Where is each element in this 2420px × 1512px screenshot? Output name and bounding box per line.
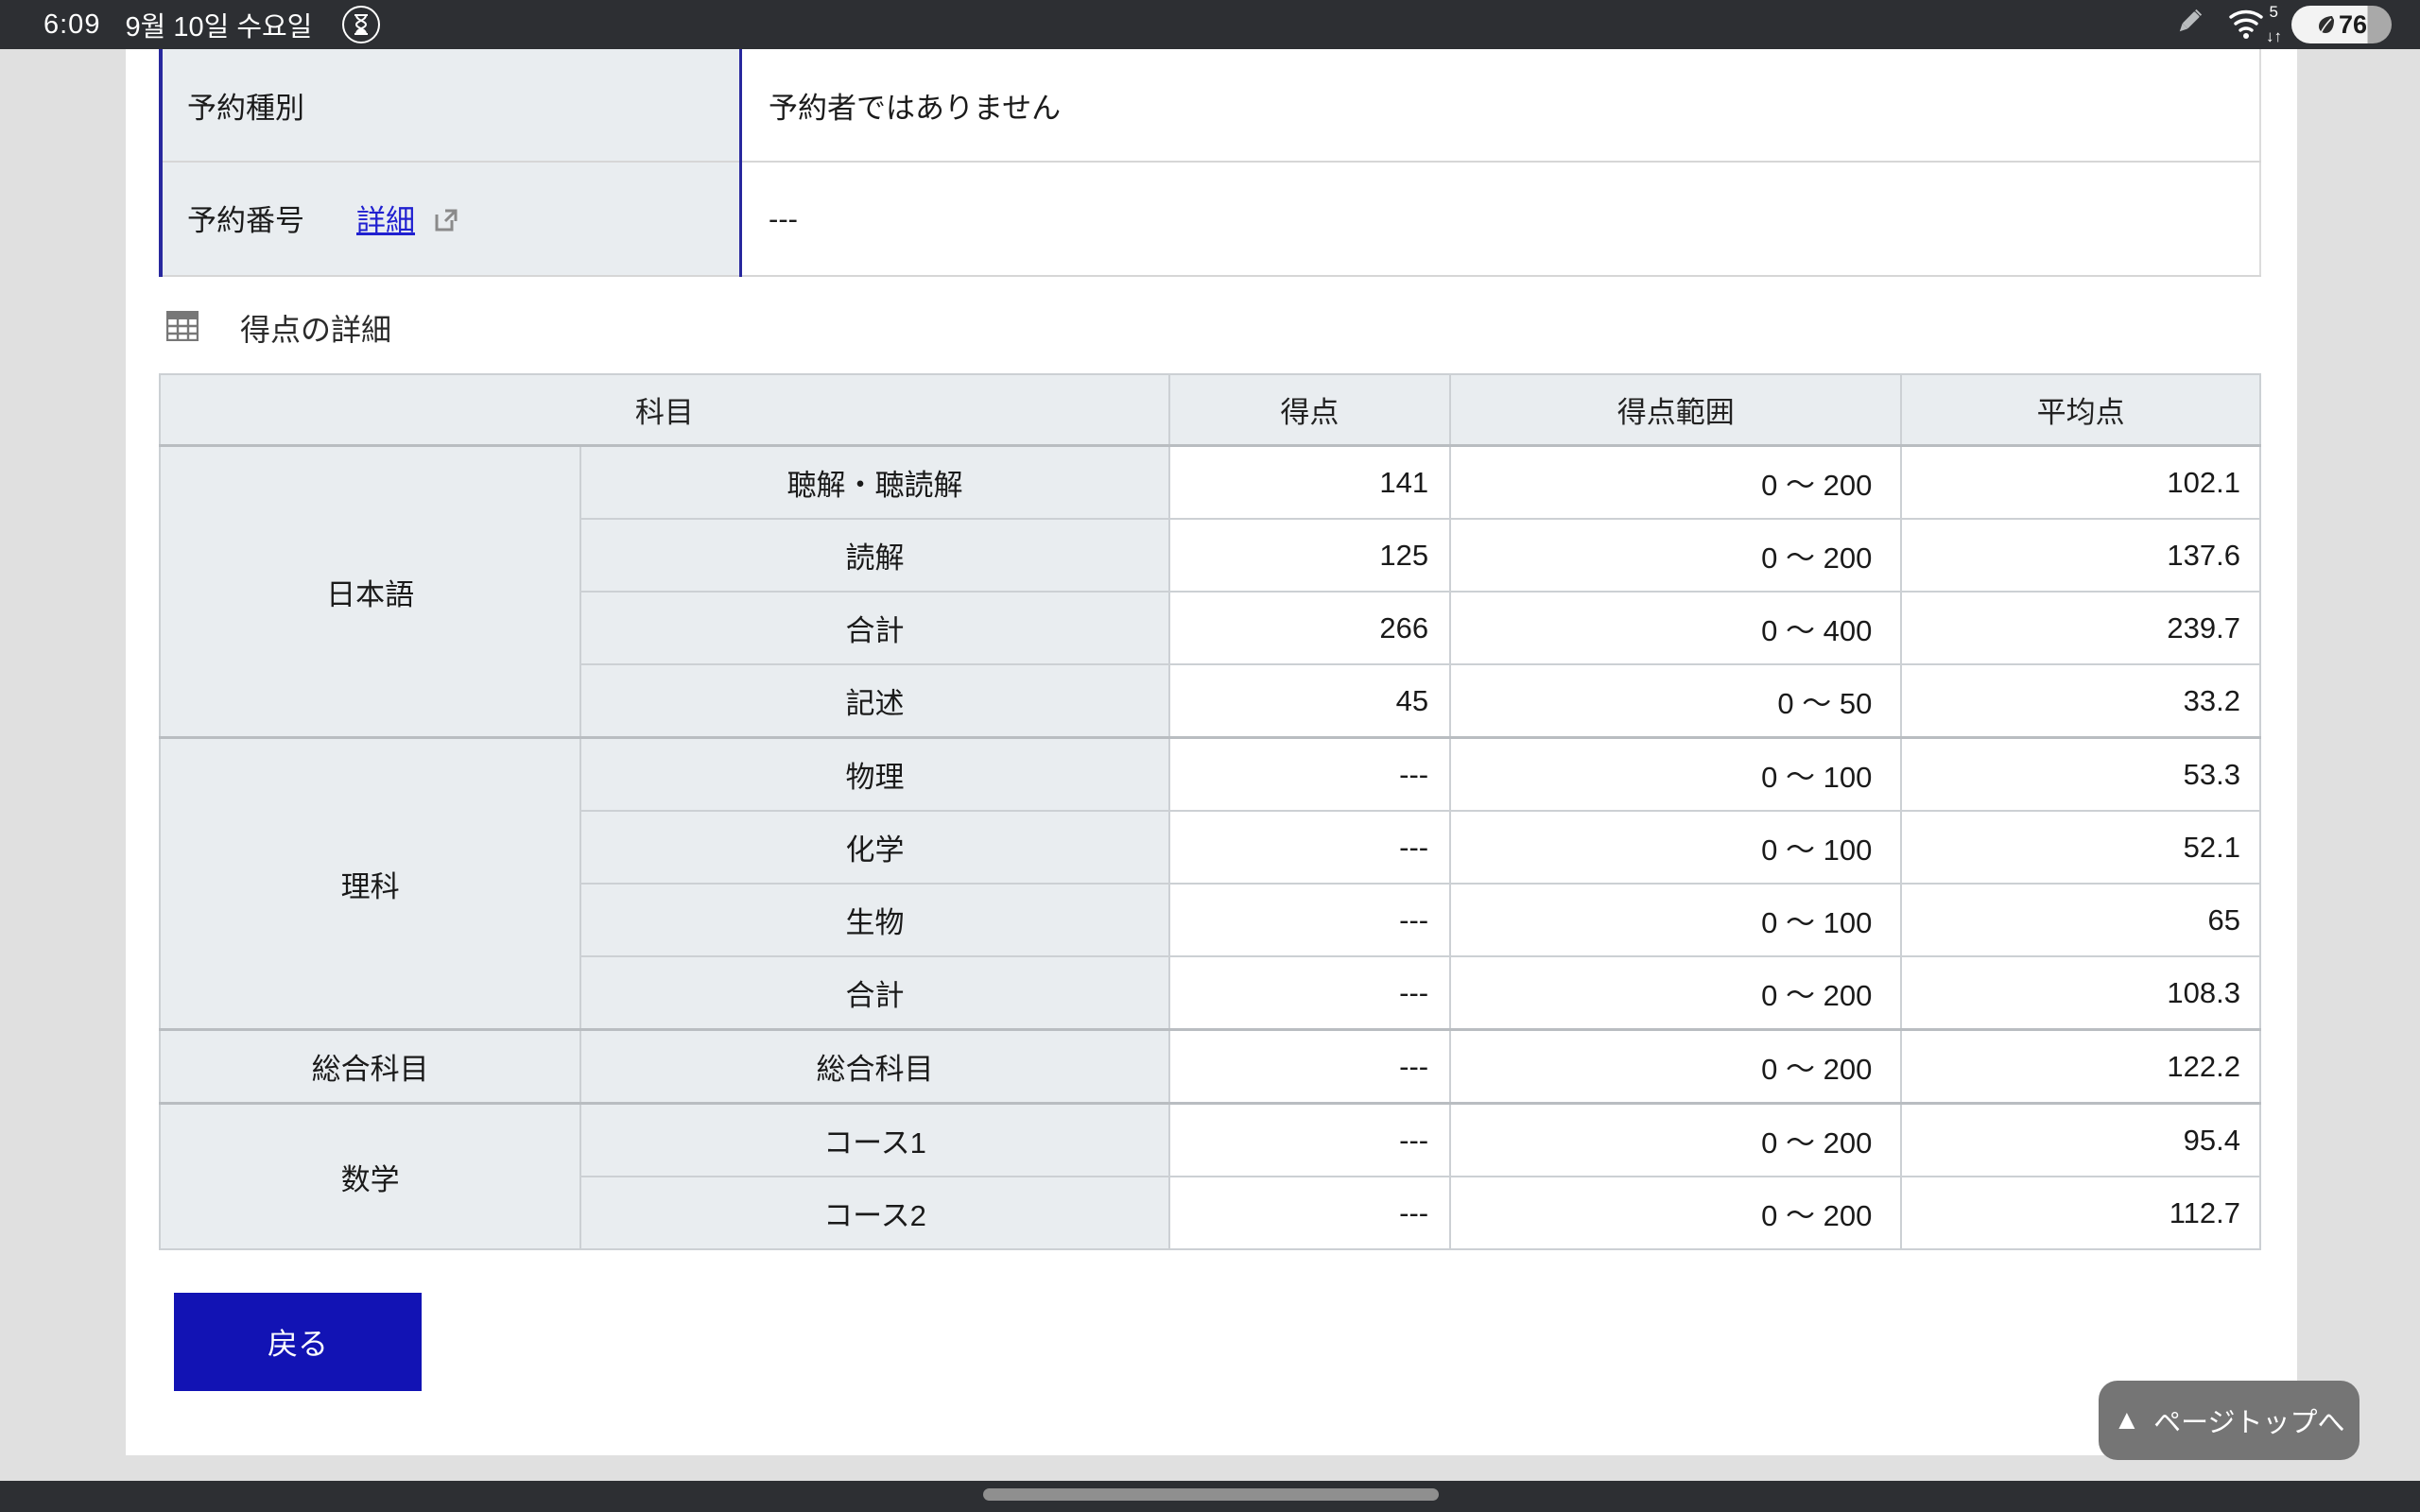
score-cell: --- — [1169, 956, 1450, 1030]
score-cell: --- — [1169, 1104, 1450, 1177]
score-table: 科目 得点 得点範囲 平均点 日本語聴解・聴読解1410 〜 200102.1読… — [159, 373, 2261, 1250]
table-grid-icon — [166, 311, 199, 346]
reservation-number-value: --- — [741, 162, 2261, 276]
home-indicator[interactable] — [983, 1488, 1439, 1501]
table-row: 日本語聴解・聴読解1410 〜 200102.1 — [160, 446, 2260, 520]
hourglass-icon — [342, 6, 380, 43]
status-bar: 6:09 9월 10일 수요일 — [0, 0, 2420, 49]
range-cell: 0 〜 100 — [1450, 738, 1901, 812]
range-cell: 0 〜 100 — [1450, 811, 1901, 884]
average-cell: 112.7 — [1901, 1177, 2260, 1249]
page-top-label: ページトップへ — [2153, 1400, 2344, 1440]
average-cell: 108.3 — [1901, 956, 2260, 1030]
group-cell: 数学 — [160, 1104, 580, 1250]
average-cell: 33.2 — [1901, 664, 2260, 738]
wifi-icon: 5 ↓↑ — [2227, 6, 2269, 44]
battery-percent: 76 — [2339, 10, 2367, 40]
clock: 6:09 — [43, 9, 100, 41]
wifi-band-label: 5 — [2270, 4, 2278, 20]
range-cell: 0 〜 200 — [1450, 1177, 1901, 1249]
status-date: 9월 10일 수요일 — [125, 5, 312, 44]
subject-cell: 合計 — [580, 592, 1168, 664]
range-cell: 0 〜 50 — [1450, 664, 1901, 738]
group-cell: 理科 — [160, 738, 580, 1030]
table-row: 予約種別 予約者ではありません — [161, 49, 2260, 162]
range-cell: 0 〜 200 — [1450, 1030, 1901, 1104]
table-row: 総合科目総合科目---0 〜 200122.2 — [160, 1030, 2260, 1104]
subject-cell: 物理 — [580, 738, 1168, 812]
score-cell: 266 — [1169, 592, 1450, 664]
average-cell: 53.3 — [1901, 738, 2260, 812]
content-card: 予約種別 予約者ではありません 予約番号 詳細 --- — [126, 49, 2297, 1455]
range-cell: 0 〜 400 — [1450, 592, 1901, 664]
average-cell: 239.7 — [1901, 592, 2260, 664]
page-top-button[interactable]: ▲ ページトップへ — [2099, 1381, 2360, 1460]
score-cell: 125 — [1169, 519, 1450, 592]
reservation-type-value: 予約者ではありません — [741, 49, 2261, 162]
navigation-bar — [0, 1481, 2420, 1512]
group-cell: 総合科目 — [160, 1030, 580, 1104]
reservation-type-label: 予約種別 — [161, 49, 741, 162]
stylus-icon — [2172, 7, 2204, 43]
group-cell: 日本語 — [160, 446, 580, 738]
section-title: 得点の詳細 — [240, 306, 391, 350]
average-cell: 122.2 — [1901, 1030, 2260, 1104]
header-subject: 科目 — [160, 374, 1169, 446]
range-cell: 0 〜 200 — [1450, 519, 1901, 592]
score-cell: --- — [1169, 738, 1450, 812]
table-row: 数学コース1---0 〜 20095.4 — [160, 1104, 2260, 1177]
external-link-icon — [424, 207, 459, 240]
subject-cell: 読解 — [580, 519, 1168, 592]
battery-leaf-icon — [2316, 13, 2335, 36]
average-cell: 137.6 — [1901, 519, 2260, 592]
wifi-traffic-arrows: ↓↑ — [2266, 28, 2282, 44]
range-cell: 0 〜 200 — [1450, 1104, 1901, 1177]
back-button[interactable]: 戻る — [174, 1293, 422, 1391]
detail-link[interactable]: 詳細 — [356, 204, 415, 237]
subject-cell: 聴解・聴読解 — [580, 446, 1168, 520]
reservation-table: 予約種別 予約者ではありません 予約番号 詳細 --- — [159, 49, 2261, 277]
score-cell: 45 — [1169, 664, 1450, 738]
score-cell: --- — [1169, 1030, 1450, 1104]
triangle-up-icon: ▲ — [2113, 1405, 2140, 1436]
score-cell: 141 — [1169, 446, 1450, 520]
average-cell: 65 — [1901, 884, 2260, 956]
subject-cell: 化学 — [580, 811, 1168, 884]
header-range: 得点範囲 — [1450, 374, 1901, 446]
score-section-header: 得点の詳細 — [166, 306, 391, 350]
range-cell: 0 〜 100 — [1450, 884, 1901, 956]
average-cell: 95.4 — [1901, 1104, 2260, 1177]
range-cell: 0 〜 200 — [1450, 956, 1901, 1030]
subject-cell: コース1 — [580, 1104, 1168, 1177]
subject-cell: 生物 — [580, 884, 1168, 956]
score-table-body: 日本語聴解・聴読解1410 〜 200102.1読解1250 〜 200137.… — [160, 446, 2260, 1250]
table-header-row: 科目 得点 得点範囲 平均点 — [160, 374, 2260, 446]
subject-cell: 総合科目 — [580, 1030, 1168, 1104]
subject-cell: コース2 — [580, 1177, 1168, 1249]
header-score: 得点 — [1169, 374, 1450, 446]
subject-cell: 記述 — [580, 664, 1168, 738]
subject-cell: 合計 — [580, 956, 1168, 1030]
average-cell: 102.1 — [1901, 446, 2260, 520]
score-cell: --- — [1169, 884, 1450, 956]
table-row: 理科物理---0 〜 10053.3 — [160, 738, 2260, 812]
reservation-number-label: 予約番号 — [187, 204, 304, 237]
table-row: 予約番号 詳細 --- — [161, 162, 2260, 276]
score-cell: --- — [1169, 1177, 1450, 1249]
average-cell: 52.1 — [1901, 811, 2260, 884]
battery-indicator: 76 — [2291, 6, 2392, 43]
score-cell: --- — [1169, 811, 1450, 884]
range-cell: 0 〜 200 — [1450, 446, 1901, 520]
header-average: 平均点 — [1901, 374, 2260, 446]
